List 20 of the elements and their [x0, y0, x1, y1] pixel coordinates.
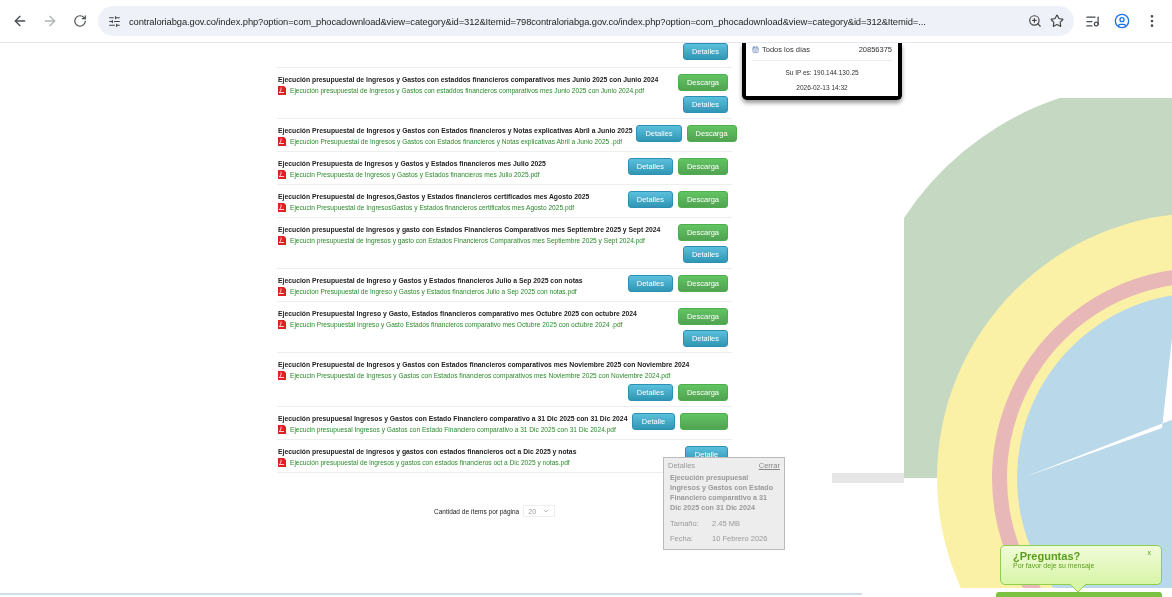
bubble-tail-icon [1070, 584, 1086, 592]
zoom-icon[interactable] [1028, 14, 1042, 28]
bookmark-star-icon[interactable] [1050, 14, 1064, 28]
address-bar[interactable]: contraloriabga.gov.co/index.php?option=com_phocadownload&view=category&id=312&Itemid=798contraloriabga.gov.co/index.php?option=com_phocadownload&view=category&id=312&Itemid=... [98, 6, 1074, 36]
pdf-icon [278, 170, 286, 179]
pdf-icon [278, 137, 286, 146]
pdf-icon [278, 86, 286, 95]
profile-icon[interactable] [1114, 13, 1130, 29]
pdf-icon [278, 203, 286, 212]
media-icon[interactable] [1084, 13, 1100, 29]
back-icon[interactable] [12, 13, 28, 29]
pdf-icon [278, 371, 286, 380]
pdf-icon [278, 320, 286, 329]
pdf-icon [278, 425, 286, 434]
pdf-icon [278, 236, 286, 245]
reload-icon[interactable] [73, 14, 87, 28]
pdf-icon [278, 458, 286, 467]
site-settings-icon[interactable] [108, 14, 121, 28]
pdf-icon [278, 287, 286, 296]
chat-title: ¿Preguntas? [1013, 550, 1081, 562]
